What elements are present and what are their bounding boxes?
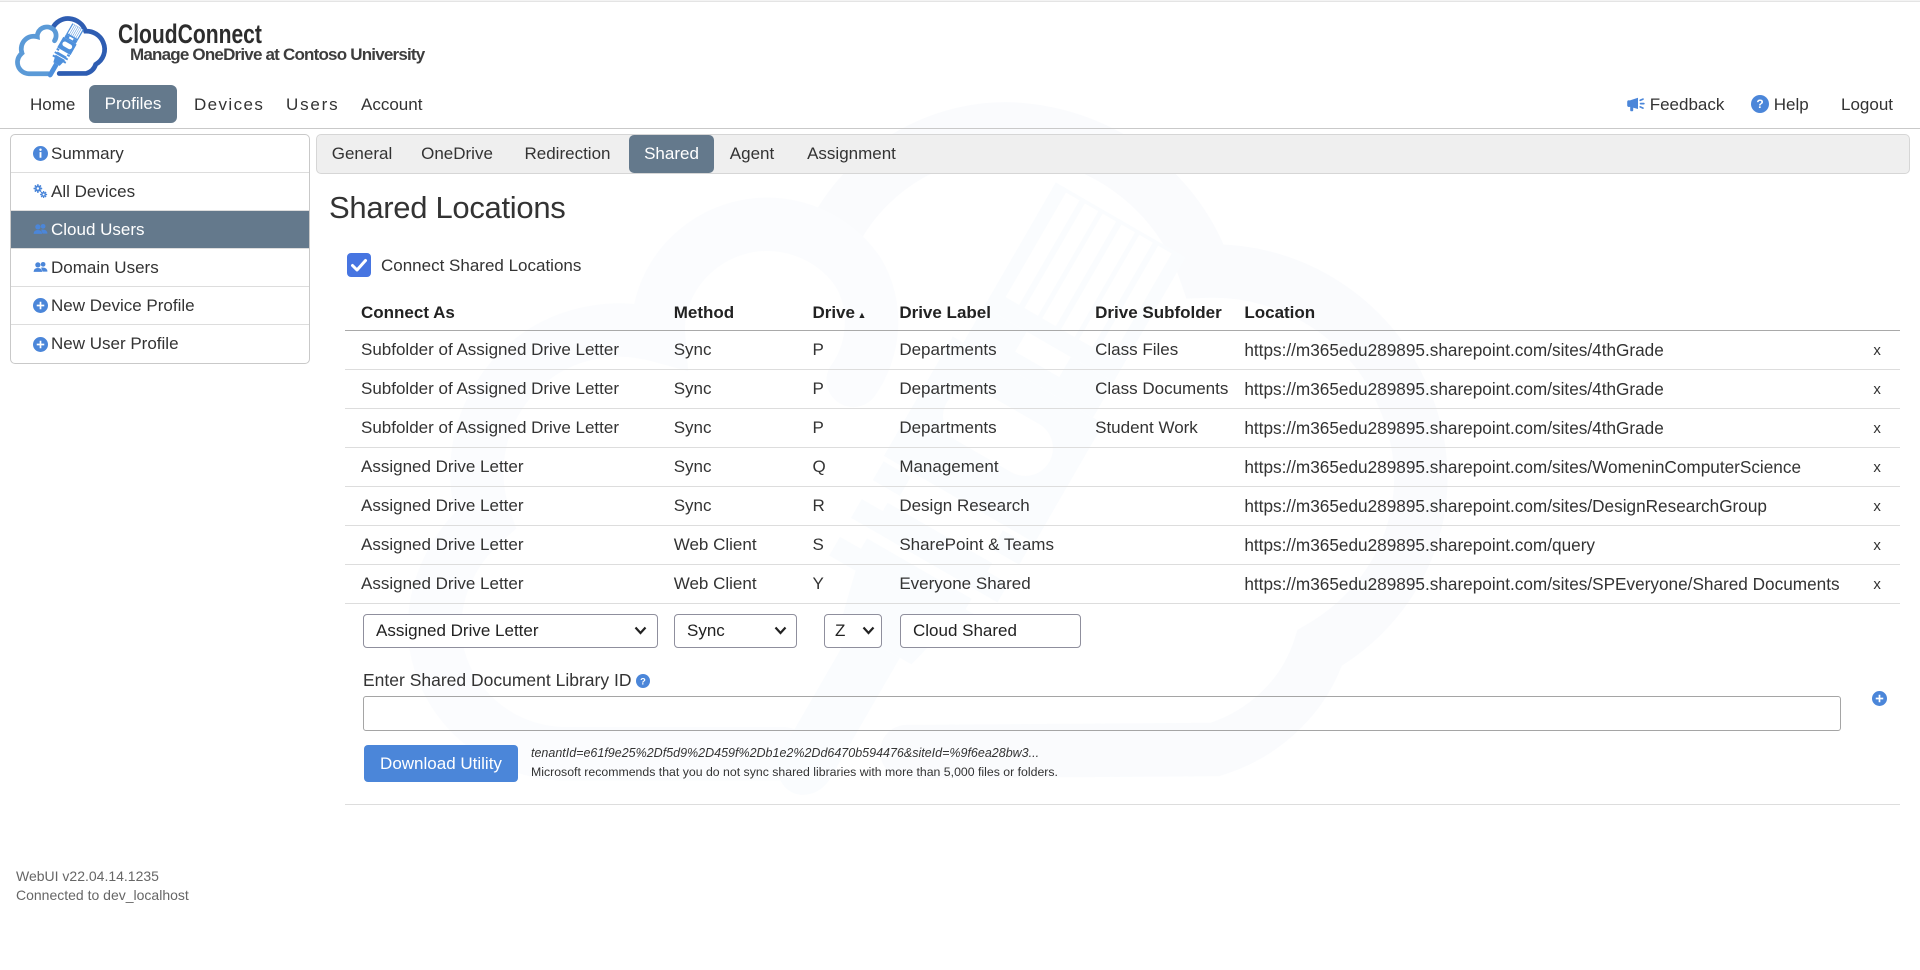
svg-text:?: ? — [640, 676, 646, 686]
svg-text:?: ? — [1756, 97, 1763, 111]
